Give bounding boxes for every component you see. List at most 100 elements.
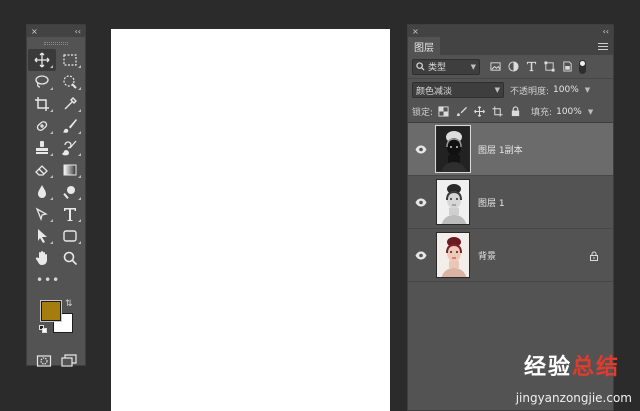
blend-mode-select[interactable]: 颜色减淡 ▼ bbox=[412, 82, 504, 98]
history-brush-tool[interactable] bbox=[56, 137, 84, 159]
quick-select-tool[interactable] bbox=[56, 71, 84, 93]
collapse-icon[interactable]: ‹‹ bbox=[75, 27, 81, 36]
layer-name: 背景 bbox=[478, 251, 497, 262]
close-icon[interactable]: × bbox=[31, 27, 38, 36]
lock-icon bbox=[589, 251, 599, 264]
lock-icons bbox=[438, 106, 521, 117]
layer-row[interactable]: 背景 bbox=[408, 229, 613, 282]
fill-label: 填充: bbox=[531, 108, 553, 118]
crop-tool[interactable] bbox=[28, 93, 56, 115]
lock-image-pixels-icon[interactable] bbox=[456, 106, 468, 117]
quick-mask-button[interactable] bbox=[32, 351, 56, 371]
swap-colors-icon[interactable]: ⇅ bbox=[65, 299, 73, 309]
watermark-logo: 经验总结 bbox=[524, 349, 620, 381]
chevron-down-icon[interactable]: ▼ bbox=[585, 86, 590, 94]
chevron-down-icon: ▼ bbox=[494, 86, 500, 94]
lock-artboard-icon[interactable] bbox=[492, 106, 503, 117]
type-layer-filter-icon[interactable] bbox=[526, 61, 537, 72]
layers-panel-tabs: 图层 bbox=[408, 37, 613, 55]
watermark-text-a: 经验 bbox=[523, 355, 572, 380]
opacity-label: 不透明度: bbox=[510, 86, 550, 97]
document-canvas[interactable] bbox=[111, 29, 390, 411]
quick-select-icon bbox=[63, 75, 77, 89]
brush-icon bbox=[63, 119, 77, 133]
crop-icon bbox=[35, 97, 49, 111]
hand-icon bbox=[35, 251, 47, 265]
tools-panel: × ‹‹ ••• ⇅ bbox=[26, 24, 86, 367]
screen-mode-button[interactable] bbox=[57, 351, 81, 371]
filter-toggle[interactable] bbox=[579, 59, 586, 74]
chevron-down-icon[interactable]: ▼ bbox=[588, 108, 593, 116]
panel-menu-icon[interactable] bbox=[598, 37, 613, 55]
layer-row[interactable]: 图层 1 bbox=[408, 176, 613, 229]
foreground-color-swatch[interactable] bbox=[40, 300, 62, 322]
move-tool[interactable] bbox=[28, 49, 56, 71]
healing-brush-tool[interactable] bbox=[28, 115, 56, 137]
adjustment-layer-filter-icon[interactable] bbox=[508, 61, 519, 72]
layer-name: 图层 1 bbox=[478, 198, 505, 209]
search-icon bbox=[416, 62, 425, 71]
brush-tool[interactable] bbox=[56, 115, 84, 137]
hand-tool[interactable] bbox=[28, 247, 56, 269]
close-icon[interactable]: × bbox=[412, 27, 419, 36]
eraser-icon bbox=[35, 165, 48, 176]
layer-name: 图层 1副本 bbox=[478, 145, 523, 156]
more-tools-button[interactable]: ••• bbox=[27, 269, 85, 291]
eyedropper-tool[interactable] bbox=[56, 93, 84, 115]
mode-buttons bbox=[27, 351, 85, 371]
type-tool[interactable] bbox=[56, 203, 84, 225]
default-colors-icon[interactable] bbox=[39, 325, 47, 333]
collapse-icon[interactable]: ‹‹ bbox=[603, 27, 609, 36]
fill-value[interactable]: 100% bbox=[556, 107, 582, 117]
screen-mode-icon bbox=[60, 354, 77, 367]
marquee-tool[interactable] bbox=[56, 49, 84, 71]
pixel-layer-filter-icon[interactable] bbox=[490, 61, 501, 72]
lasso-tool[interactable] bbox=[28, 71, 56, 93]
history-brush-icon bbox=[62, 140, 77, 156]
shape-layer-filter-icon[interactable] bbox=[544, 61, 555, 72]
blur-tool[interactable] bbox=[28, 181, 56, 203]
layer-list: 图层 1副本 图层 1 背景 bbox=[408, 123, 613, 282]
visibility-toggle[interactable] bbox=[408, 198, 434, 207]
filter-kind-label: 类型 bbox=[428, 63, 447, 73]
type-icon bbox=[64, 208, 76, 221]
layer-thumbnail bbox=[436, 232, 470, 278]
eye-icon bbox=[415, 145, 427, 153]
filter-icons bbox=[490, 61, 573, 72]
dodge-tool[interactable] bbox=[56, 181, 84, 203]
eraser-tool[interactable] bbox=[28, 159, 56, 181]
rectangle-icon bbox=[63, 230, 77, 242]
layer-thumbnail bbox=[435, 125, 471, 173]
blend-row: 颜色减淡 ▼ 不透明度: 100% ▼ bbox=[408, 79, 613, 101]
path-select-tool[interactable] bbox=[28, 225, 56, 247]
marquee-icon bbox=[63, 54, 77, 66]
eye-icon bbox=[415, 198, 427, 206]
pen-icon bbox=[35, 207, 48, 222]
clone-stamp-icon bbox=[36, 141, 48, 154]
portrait-thumbnail-image bbox=[437, 233, 469, 277]
layer-row[interactable]: 图层 1副本 bbox=[408, 123, 613, 176]
layer-filter-row: 类型 ▼ bbox=[408, 55, 613, 79]
rectangle-tool[interactable] bbox=[56, 225, 84, 247]
lock-transparent-pixels-icon[interactable] bbox=[438, 106, 449, 117]
gradient-tool[interactable] bbox=[56, 159, 84, 181]
watermark-url: jingyanzongjie.com bbox=[515, 391, 632, 405]
visibility-toggle[interactable] bbox=[408, 145, 434, 154]
tab-layers[interactable]: 图层 bbox=[408, 37, 440, 55]
visibility-toggle[interactable] bbox=[408, 251, 434, 260]
panel-grip[interactable] bbox=[27, 37, 85, 49]
move-icon bbox=[34, 52, 50, 68]
opacity-value[interactable]: 100% bbox=[553, 85, 579, 95]
smart-object-filter-icon[interactable] bbox=[562, 61, 573, 72]
lock-all-icon[interactable] bbox=[510, 106, 521, 117]
dodge-icon bbox=[63, 186, 75, 199]
clone-stamp-tool[interactable] bbox=[28, 137, 56, 159]
filter-kind-select[interactable]: 类型 ▼ bbox=[412, 58, 480, 75]
pen-tool[interactable] bbox=[28, 203, 56, 225]
zoom-tool[interactable] bbox=[56, 247, 84, 269]
lock-position-icon[interactable] bbox=[474, 106, 485, 117]
blend-mode-value: 颜色减淡 bbox=[416, 86, 453, 97]
healing-brush-icon bbox=[36, 121, 48, 131]
layer-thumbnail bbox=[436, 179, 470, 225]
color-swatches: ⇅ bbox=[27, 299, 85, 347]
